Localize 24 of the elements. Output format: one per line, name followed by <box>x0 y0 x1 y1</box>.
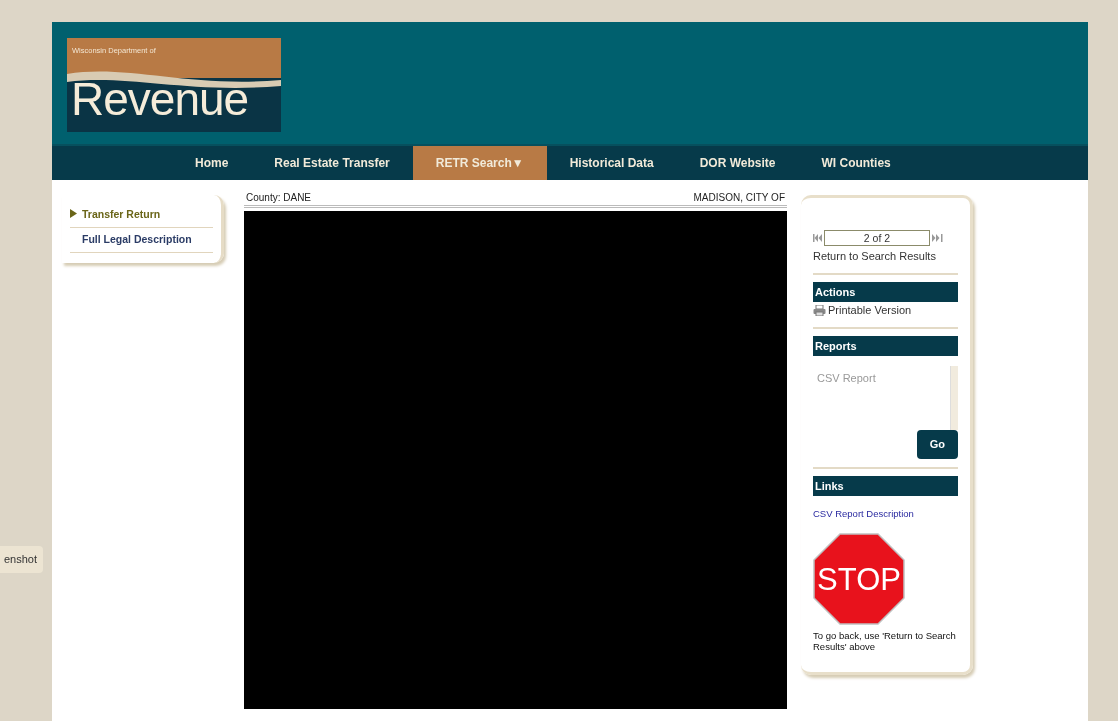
nav-tab[interactable]: DOR Website <box>676 146 799 180</box>
section-header: Reports <box>813 335 958 356</box>
back-instruction: To go back, use 'Return to Search Results' above <box>813 631 957 654</box>
nav-tab[interactable]: Home <box>172 146 252 180</box>
arrow-icon <box>70 209 77 218</box>
section-header: Links <box>813 475 958 496</box>
last-page-icon[interactable] <box>932 234 944 242</box>
nav-tab[interactable]: Real Estate Transfer <box>251 146 413 180</box>
municipality-label: MADISON, CITY OF <box>693 191 785 205</box>
printer-icon <box>813 304 826 316</box>
nav-tab[interactable]: Historical Data <box>546 146 677 180</box>
section-header: Actions <box>813 281 958 302</box>
printable-link[interactable]: Printable Version <box>813 302 958 327</box>
side-tab[interactable]: enshot <box>0 546 44 573</box>
page-field[interactable]: 2 of 2 <box>824 230 930 246</box>
side-menu-item[interactable]: Full Legal Description <box>70 227 213 253</box>
report-description-link[interactable]: CSV Report Description <box>813 507 958 522</box>
return-link[interactable]: Return to Search Results <box>813 246 958 273</box>
go-button[interactable]: Go <box>916 430 958 459</box>
county-label: County: DANE <box>246 191 312 205</box>
stop-sign: STOP <box>813 533 905 626</box>
first-page-icon[interactable] <box>813 234 822 242</box>
nav-tab[interactable]: WI Counties <box>798 146 914 180</box>
side-menu-item[interactable]: Transfer Return <box>70 203 213 228</box>
